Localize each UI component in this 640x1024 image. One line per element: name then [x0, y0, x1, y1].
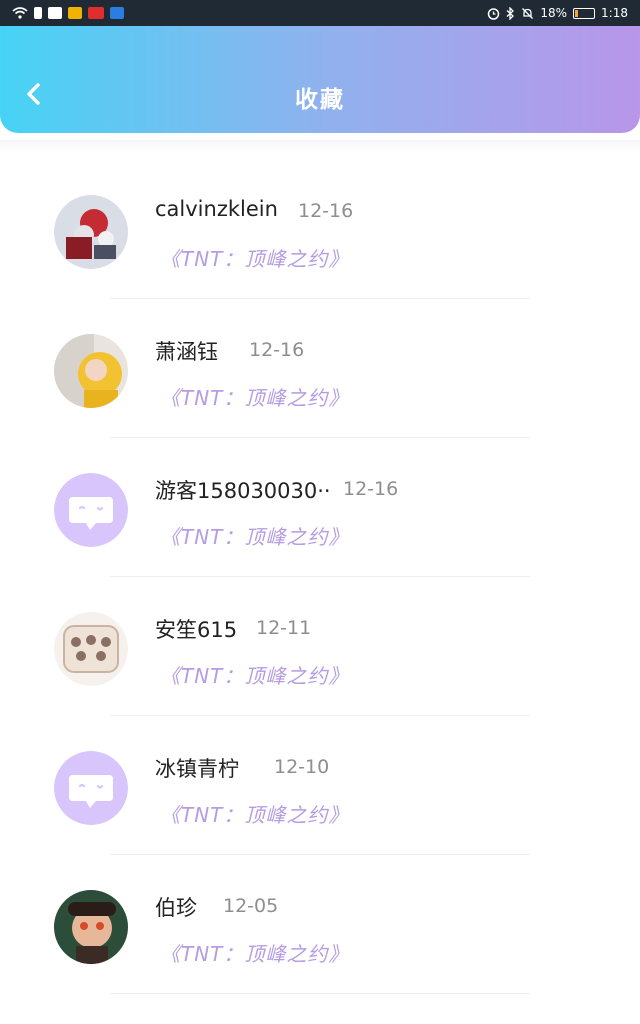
chat-bubble-icon — [54, 473, 128, 547]
favorite-date: 12-16 — [343, 478, 399, 500]
weibo-icon — [68, 7, 82, 19]
work-title[interactable]: 《TNT：顶峰之约》 — [160, 243, 349, 272]
favorite-date: 12-16 — [298, 200, 354, 222]
battery-percent: 18% — [540, 6, 568, 20]
work-title[interactable]: 《TNT：顶峰之约》 — [160, 382, 349, 411]
notification-app-icon — [48, 7, 62, 19]
favorites-list: calvinzklein 12-16 《TNT：顶峰之约》 萧涵钰 12-16 … — [0, 160, 640, 994]
sim-icon — [34, 7, 42, 19]
mute-bell-icon — [522, 7, 534, 19]
default-avatar — [54, 473, 128, 547]
user-name: 游客158030030·· — [155, 479, 331, 503]
avatar — [54, 612, 128, 686]
list-item[interactable]: 伯珍 12-05 《TNT：顶峰之约》 — [0, 855, 640, 994]
avatar — [54, 334, 128, 408]
chat-bubble-icon — [54, 751, 128, 825]
content-shade — [0, 140, 640, 152]
status-bar-left — [12, 7, 124, 19]
avatar — [54, 890, 128, 964]
favorite-date: 12-10 — [274, 756, 330, 778]
battery-icon — [573, 7, 596, 19]
list-item[interactable]: 冰镇青柠 12-10 《TNT：顶峰之约》 — [0, 716, 640, 855]
user-name: 冰镇青柠 — [155, 757, 239, 781]
status-bar: 18% 1:18 — [0, 0, 640, 26]
user-name: 安笙615 — [155, 618, 238, 642]
user-name: calvinzklein — [155, 197, 278, 221]
list-item[interactable]: 萧涵钰 12-16 《TNT：顶峰之约》 — [0, 299, 640, 438]
favorite-date: 12-16 — [249, 339, 305, 361]
avatar — [54, 195, 128, 269]
work-title[interactable]: 《TNT：顶峰之约》 — [160, 799, 349, 828]
work-title[interactable]: 《TNT：顶峰之约》 — [160, 521, 349, 550]
alarm-icon — [488, 7, 500, 20]
header-bar: 收藏 — [0, 26, 640, 133]
news-app-icon — [88, 7, 104, 19]
user-name: 萧涵钰 — [155, 340, 218, 364]
battery-fill — [575, 9, 579, 17]
location-app-icon — [110, 7, 124, 19]
divider — [110, 993, 530, 994]
page-title: 收藏 — [295, 87, 345, 113]
status-bar-right: 18% 1:18 — [487, 6, 628, 20]
work-title[interactable]: 《TNT：顶峰之约》 — [160, 938, 349, 967]
list-item[interactable]: 安笙615 12-11 《TNT：顶峰之约》 — [0, 577, 640, 716]
favorite-date: 12-05 — [223, 895, 279, 917]
list-item[interactable]: calvinzklein 12-16 《TNT：顶峰之约》 — [0, 160, 640, 299]
battery-indicator — [573, 7, 596, 19]
clock: 1:18 — [601, 6, 628, 20]
default-avatar — [54, 751, 128, 825]
work-title[interactable]: 《TNT：顶峰之约》 — [160, 660, 349, 689]
favorite-date: 12-11 — [256, 617, 312, 639]
list-item[interactable]: 游客158030030·· 12-16 《TNT：顶峰之约》 — [0, 438, 640, 577]
bluetooth-icon — [506, 6, 515, 20]
wifi-icon — [12, 7, 28, 19]
user-name: 伯珍 — [155, 896, 197, 920]
